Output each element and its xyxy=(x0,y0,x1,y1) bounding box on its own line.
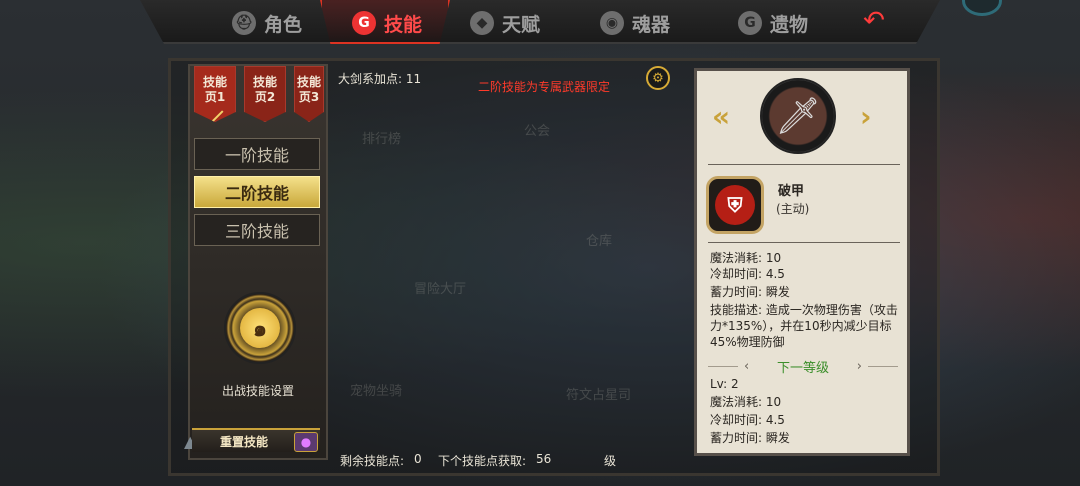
tier-3-button[interactable]: 三阶技能 xyxy=(194,214,320,246)
divider xyxy=(708,242,900,243)
skill-description: 技能描述: 造成一次物理伤害（攻击力*135%），并在10秒内减少目标45%物理… xyxy=(710,303,898,349)
cooldown: 冷却时间: 4.5 xyxy=(710,267,785,281)
next-point-label: 下个技能点获取: xyxy=(438,454,527,468)
chevron-left-icon: ‹ xyxy=(744,359,750,374)
reset-label: 重置技能 xyxy=(220,434,269,449)
next-level-label: 下一等级 xyxy=(776,361,829,376)
tier-1-button[interactable]: 一阶技能 xyxy=(194,138,320,170)
loadout-button[interactable]: ๑ xyxy=(224,292,296,364)
tab-soul-vessel[interactable]: ◉ 魂器 xyxy=(600,6,670,40)
tier-2-button[interactable]: 二阶技能 xyxy=(194,176,320,208)
golden-swirl-icon: ๑ xyxy=(240,308,280,348)
divider xyxy=(708,366,738,367)
next-charge-time: 蓄力时间: 瞬发 xyxy=(710,431,790,445)
skill-name: 破甲 xyxy=(778,184,805,199)
greatsword-points-label: 大剑系加点: 11 xyxy=(338,72,422,86)
remaining-points-label: 剩余技能点: xyxy=(340,454,405,468)
broken-shield-icon: ⛨ xyxy=(715,185,755,225)
skill-page-tab-2[interactable]: 技能 页2 xyxy=(244,66,286,122)
tab-skills[interactable]: G 技能 xyxy=(352,6,422,40)
helmet-icon: ⛑ xyxy=(232,11,256,35)
next-mana-cost: 魔法消耗: 10 xyxy=(710,395,782,409)
talent-diamond-icon: ◆ xyxy=(470,11,494,35)
next-level-header: ‹ 下一等级 › xyxy=(744,357,862,376)
skill-icon-frame: ⛨ xyxy=(706,176,764,234)
loadout-label: 出战技能设置 xyxy=(221,384,294,398)
next-point-value: 56 xyxy=(536,452,552,466)
sword-icon: 🗡 xyxy=(760,78,836,154)
tab-relics[interactable]: G 遗物 xyxy=(738,6,808,40)
back-button[interactable]: ↶ xyxy=(838,4,910,38)
charge-time: 蓄力时间: 瞬发 xyxy=(710,285,790,299)
back-arrow-icon: ↶ xyxy=(863,6,885,36)
purple-gem-icon: ● xyxy=(294,432,318,452)
next-level-value: Lv: 2 xyxy=(710,377,739,391)
divider xyxy=(708,164,900,165)
soul-drop-icon: ◉ xyxy=(600,11,624,35)
next-weapon-button[interactable]: › xyxy=(860,100,872,133)
mana-cost: 魔法消耗: 10 xyxy=(710,251,782,265)
relic-swirl-icon: G xyxy=(738,11,762,35)
reset-skills-button[interactable]: 重置技能 ● xyxy=(192,428,320,452)
chevron-right-icon: › xyxy=(856,359,862,374)
tab-talent[interactable]: ◆ 天赋 xyxy=(470,6,540,40)
skill-sidebar xyxy=(188,64,328,460)
prev-weapon-button[interactable]: « xyxy=(712,100,730,133)
next-point-unit: 级 xyxy=(604,454,617,468)
coin-info-icon[interactable]: ⚙ xyxy=(646,66,670,90)
divider xyxy=(868,366,898,367)
remaining-points-value: 0 xyxy=(414,452,422,466)
tab-character[interactable]: ⛑ 角色 xyxy=(232,6,302,40)
skill-page-tab-1[interactable]: 技能 页1 xyxy=(194,66,236,122)
skill-page-tab-3[interactable]: 技能 页3 xyxy=(294,66,324,122)
skill-type: (主动) xyxy=(776,202,810,216)
tier-notice: 二阶技能为专属武器限定 xyxy=(478,80,611,94)
next-cooldown: 冷却时间: 4.5 xyxy=(710,413,785,427)
skill-swirl-icon: G xyxy=(352,11,376,35)
